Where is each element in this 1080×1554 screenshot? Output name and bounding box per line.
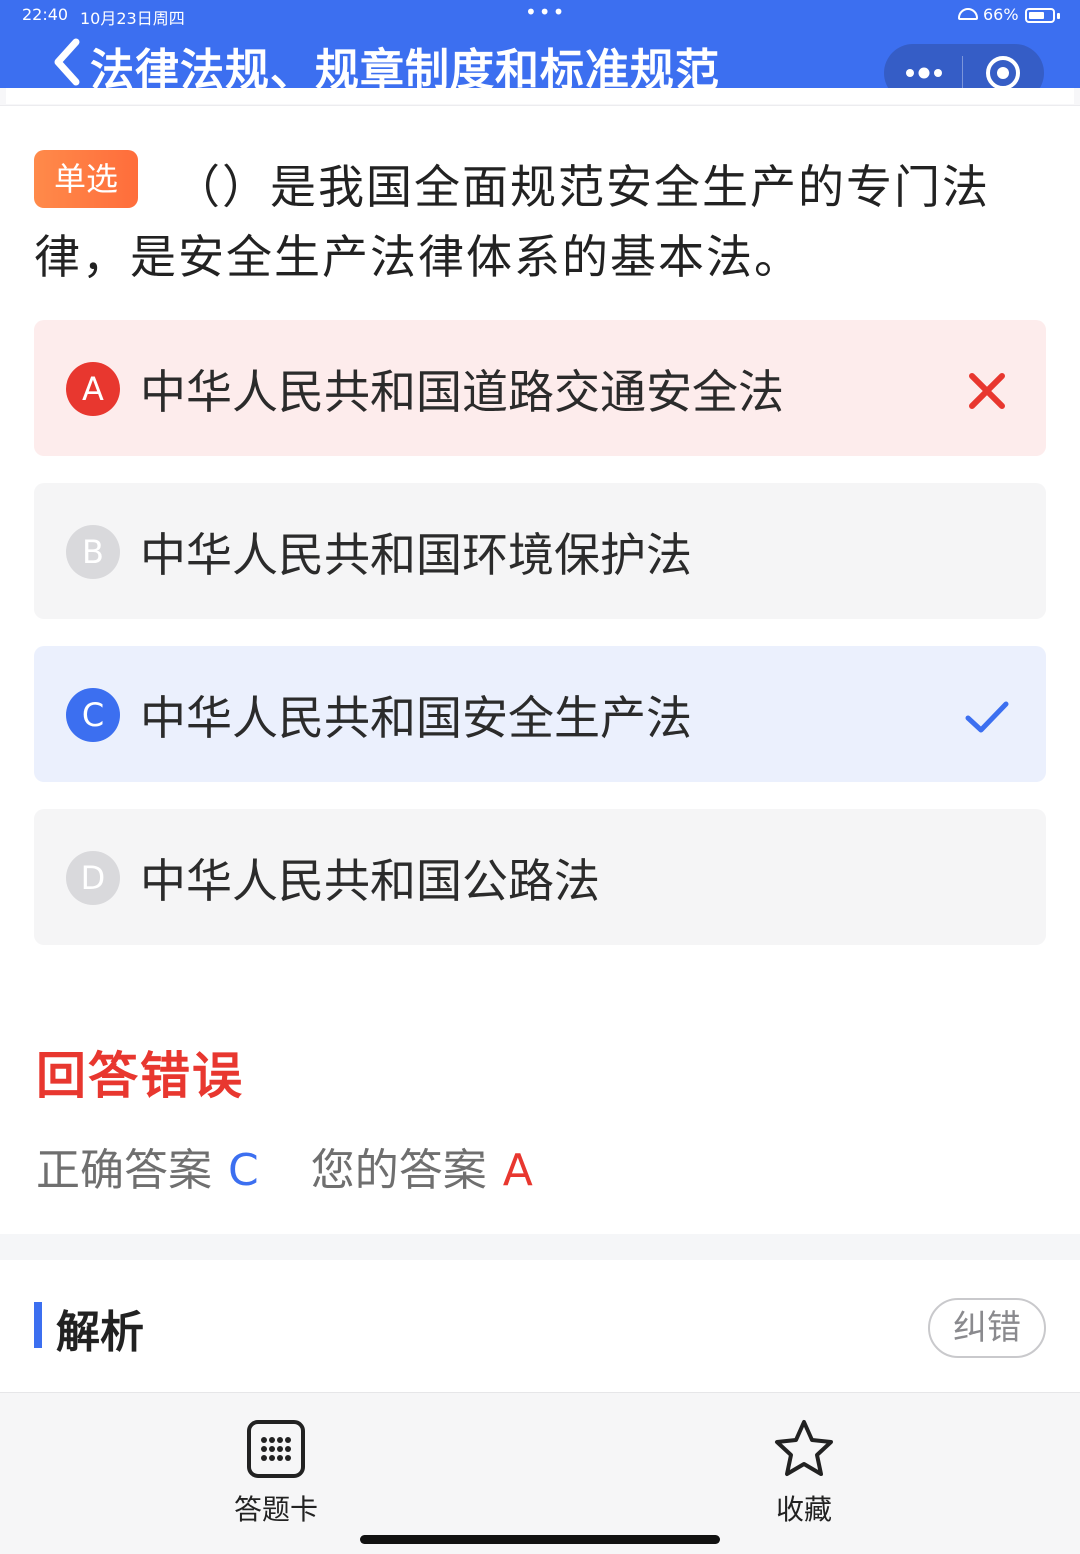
option-d[interactable]: D 中华人民共和国公路法 [34, 809, 1046, 945]
result-title: 回答错误 [36, 1047, 244, 1105]
option-letter: A [66, 362, 120, 416]
report-error-button[interactable]: 纠错 [928, 1298, 1046, 1358]
battery-level [1029, 12, 1044, 19]
correct-answer-label: 正确答案 [36, 1145, 212, 1196]
wifi-icon [958, 8, 978, 20]
option-letter: B [66, 525, 120, 579]
option-text: 中华人民共和国安全生产法 [140, 691, 692, 745]
section-separator [0, 1234, 1080, 1260]
check-icon [965, 701, 1009, 733]
multitask-dots[interactable]: ••• [525, 0, 566, 24]
home-indicator[interactable] [360, 1535, 720, 1544]
target-icon[interactable] [984, 54, 1022, 92]
grid-icon [247, 1420, 305, 1478]
question-text: （）是我国全面规范安全生产的专门法律，是安全生产法律体系的基本法。 [34, 160, 990, 284]
favorite-label: 收藏 [775, 1493, 832, 1526]
question-type-badge: 单选 [34, 150, 138, 208]
analysis-title: 解析 [56, 1307, 144, 1358]
status-time: 22:40 [22, 5, 69, 24]
bottom-bar [0, 1392, 1080, 1554]
option-b[interactable]: B 中华人民共和国环境保护法 [34, 483, 1046, 619]
cross-icon [969, 373, 1005, 409]
favorite-button[interactable]: 收藏 [744, 1418, 864, 1528]
option-text: 中华人民共和国环境保护法 [140, 528, 692, 582]
battery-percent: 66% [983, 5, 1019, 24]
user-answer-label: 您的答案 [310, 1145, 487, 1196]
capsule-divider [962, 56, 963, 90]
status-date: 10月23日周四 [80, 9, 185, 28]
more-dots-icon[interactable] [904, 60, 944, 86]
analysis-accent-bar [34, 1302, 42, 1348]
header-shadow [0, 88, 1080, 106]
option-a[interactable]: A 中华人民共和国道路交通安全法 [34, 320, 1046, 456]
option-letter: D [66, 851, 120, 905]
star-icon [775, 1420, 833, 1476]
option-c[interactable]: C 中华人民共和国安全生产法 [34, 646, 1046, 782]
correct-answer-value: C [228, 1145, 259, 1196]
answer-summary: 正确答案 C 您的答案 A [36, 1134, 533, 1198]
chevron-left-icon[interactable] [50, 38, 90, 86]
answer-card-label: 答题卡 [233, 1493, 318, 1526]
option-text: 中华人民共和国道路交通安全法 [140, 365, 784, 419]
answer-card-button[interactable]: 答题卡 [216, 1418, 336, 1528]
battery-tip [1057, 13, 1060, 19]
option-text: 中华人民共和国公路法 [140, 854, 600, 908]
option-letter: C [66, 688, 120, 742]
battery-icon [1025, 8, 1055, 23]
user-answer-value: A [502, 1145, 533, 1196]
